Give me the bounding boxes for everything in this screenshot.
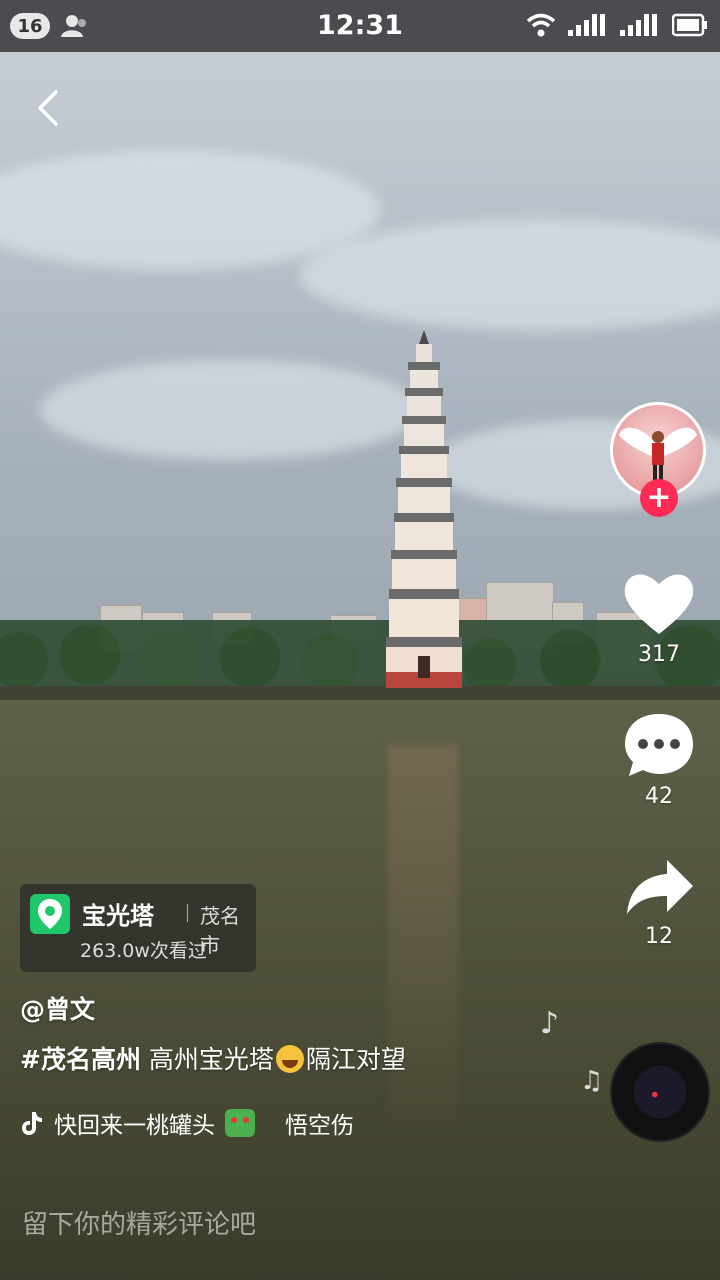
signal-icon: [620, 14, 657, 36]
like-button[interactable]: 317: [616, 570, 702, 667]
divider: [187, 904, 188, 922]
pagoda: [386, 330, 462, 688]
music-disc[interactable]: [612, 1044, 708, 1140]
status-icons: [526, 12, 708, 38]
author-name[interactable]: @曾文: [20, 990, 95, 1026]
like-count: 317: [638, 642, 680, 667]
follow-button[interactable]: +: [640, 479, 678, 517]
location-views: 263.0w次看过: [80, 940, 207, 962]
share-icon: [627, 860, 693, 914]
cloud: [40, 360, 420, 460]
river: [0, 700, 720, 1280]
treeline: [0, 620, 720, 690]
location-name: 宝光塔: [82, 902, 154, 930]
share-button[interactable]: 12: [616, 856, 702, 949]
comment-button[interactable]: 42: [616, 712, 702, 809]
location-city: 茂名市: [200, 904, 240, 957]
location-card[interactable]: 宝光塔 茂名市 263.0w次看过: [20, 884, 256, 972]
location-pin-icon: [30, 894, 70, 934]
back-button[interactable]: [30, 86, 70, 130]
hashtag[interactable]: #茂名高州: [20, 1045, 141, 1074]
grin-emoji-icon: [275, 1045, 304, 1073]
battery-icon: [672, 13, 707, 37]
status-bar: 16 12:31: [0, 0, 720, 52]
music-cover: [634, 1066, 686, 1118]
caption-text-end: 隔江对望: [305, 1045, 406, 1074]
caption-text: 高州宝光塔: [148, 1045, 274, 1074]
comment-icon: [625, 714, 693, 776]
music-info[interactable]: 快回来一桃罐头 悟空伤: [20, 1106, 354, 1140]
music-note-icon: ♪: [540, 1006, 560, 1041]
dragon-emoji-icon: [225, 1109, 255, 1137]
comment-input[interactable]: 留下你的精彩评论吧: [22, 1204, 256, 1241]
heart-icon: [624, 574, 694, 634]
sky: [0, 0, 720, 700]
pin-shape: [38, 899, 62, 929]
comment-count: 42: [645, 784, 673, 809]
tiktok-note-icon: [22, 1112, 42, 1135]
plus-icon: +: [646, 480, 672, 515]
signal-icon: [568, 14, 605, 36]
caption: #茂名高州 高州宝光塔 隔江对望: [20, 1040, 406, 1076]
music-title: 快回来一桃罐头: [54, 1113, 215, 1139]
music-note-icon: ♫: [580, 1066, 604, 1096]
share-count: 12: [645, 924, 673, 949]
music-artist: 悟空伤: [285, 1113, 354, 1139]
wifi-icon: [526, 13, 556, 37]
